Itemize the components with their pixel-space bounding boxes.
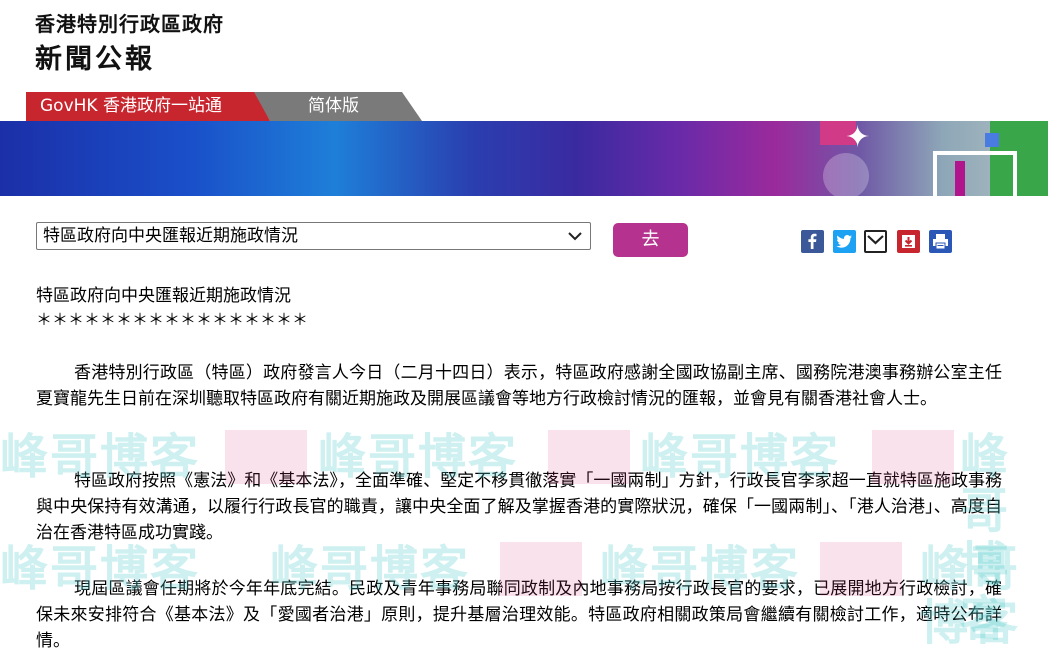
press-release-select[interactable]: 特區政府向中央匯報近期施政情況 [36, 222, 591, 250]
download-icon[interactable] [897, 230, 920, 253]
site-name[interactable]: 香港特別行政區政府 [35, 8, 224, 37]
twitter-icon[interactable] [833, 230, 856, 253]
article-paragraph: 現屆區議會任期將於今年年底完結。民政及青年事務局聯同政制及內地事務局按行政長官的… [36, 579, 1002, 651]
tab-govhk[interactable]: GovHK 香港政府一站通 [26, 92, 270, 121]
article: 特區政府向中央匯報近期施政情況 ＊＊＊＊＊＊＊＊＊＊＊＊＊＊＊＊＊ 香港特別行政… [36, 284, 1002, 651]
facebook-icon[interactable] [801, 230, 824, 253]
press-release-select-value: 特區政府向中央匯報近期施政情況 [43, 226, 298, 246]
banner-sparkle-icon: ✦ [845, 121, 871, 155]
press-release-controls: 特區政府向中央匯報近期施政情況 去 [0, 222, 1048, 258]
top-tabs: 简体版 GovHK 香港政府一站通 [0, 92, 1048, 121]
tab-simplified-chinese[interactable]: 简体版 [252, 92, 422, 121]
article-paragraph: 特區政府按照《憲法》和《基本法》，全面準確、堅定不移貫徹落實「一國兩制」方針，行… [36, 471, 1002, 543]
go-button[interactable]: 去 [613, 223, 688, 257]
print-icon[interactable] [929, 230, 952, 253]
banner-decoration [823, 153, 869, 196]
banner-decoration [933, 151, 1017, 196]
banner-decoration [985, 133, 999, 147]
article-title: 特區政府向中央匯報近期施政情況 [36, 286, 291, 306]
page-heading: 新聞公報 [35, 44, 155, 75]
chevron-down-icon [568, 223, 582, 249]
banner-image: ✦ [0, 121, 1048, 196]
title-separator: ＊＊＊＊＊＊＊＊＊＊＊＊＊＊＊＊＊ [36, 310, 309, 329]
article-paragraph: 香港特別行政區（特區）政府發言人今日（二月十四日）表示，特區政府感謝全國政協副主… [36, 363, 1002, 409]
email-icon[interactable] [864, 230, 887, 253]
header: 香港特別行政區政府 新聞公報 [0, 0, 1048, 92]
banner-decoration [955, 161, 965, 196]
